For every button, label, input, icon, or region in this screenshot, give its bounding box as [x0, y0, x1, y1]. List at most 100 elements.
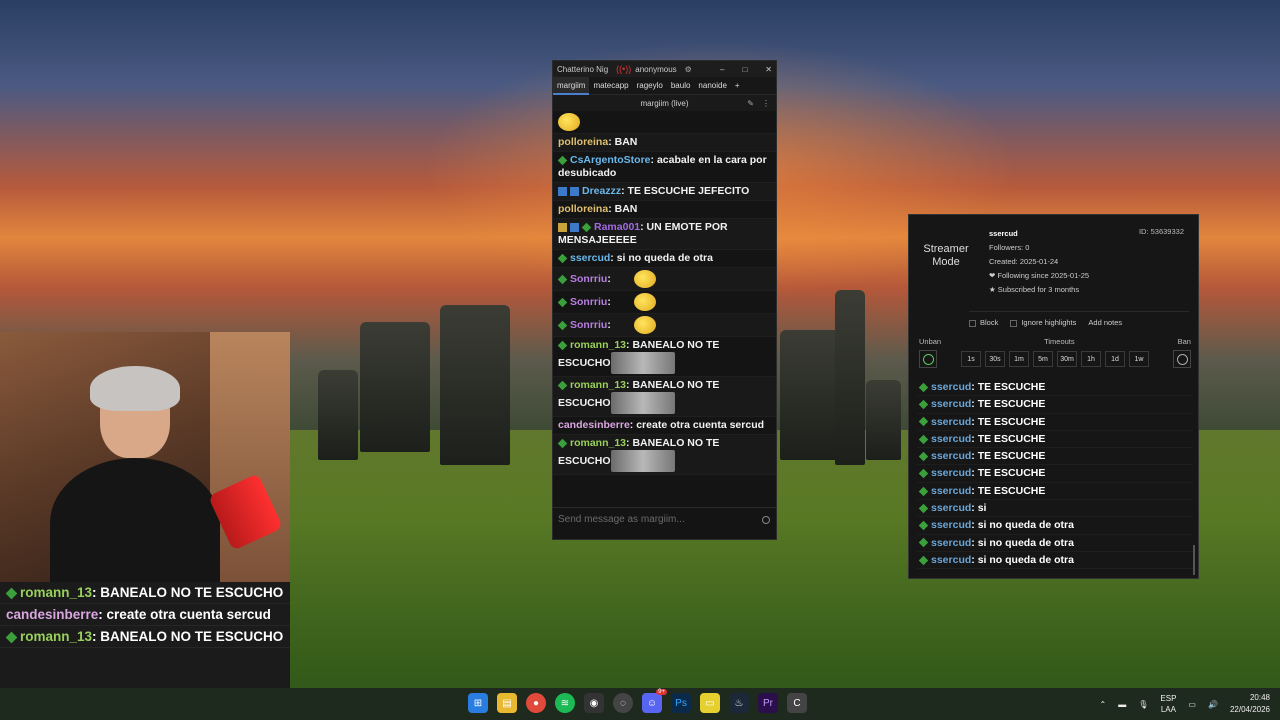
- timeout-button-1d[interactable]: 1d: [1105, 351, 1125, 367]
- clock[interactable]: 20:48 22/04/2026: [1230, 692, 1270, 716]
- history-username[interactable]: ssercud: [931, 450, 971, 462]
- badge-icon[interactable]: [918, 555, 929, 565]
- app-icon[interactable]: ◌: [613, 693, 633, 713]
- timeout-button-1w[interactable]: 1w: [1129, 351, 1149, 367]
- chat-username[interactable]: ssercud: [570, 252, 610, 264]
- windows-start-icon[interactable]: ⊞: [468, 693, 488, 713]
- microphone-icon[interactable]: 🎙: [1138, 700, 1148, 709]
- timeout-button-1s[interactable]: 1s: [961, 351, 981, 367]
- gear-icon[interactable]: ⚙: [685, 65, 692, 74]
- badge-icon[interactable]: [918, 468, 929, 479]
- spotify-icon[interactable]: ≋: [555, 693, 575, 713]
- account-name[interactable]: anonymous: [635, 65, 676, 74]
- history-username[interactable]: ssercud: [931, 519, 971, 531]
- history-username[interactable]: ssercud: [931, 416, 971, 428]
- photoshop-icon[interactable]: Ps: [671, 693, 691, 713]
- chat-username[interactable]: polloreina: [558, 136, 608, 148]
- tab-rageylo[interactable]: rageylo: [633, 77, 667, 95]
- chat-username[interactable]: polloreina: [558, 203, 608, 215]
- ignore-highlights-checkbox[interactable]: Ignore highlights: [1010, 318, 1076, 327]
- timeout-button-1h[interactable]: 1h: [1081, 351, 1101, 367]
- history-username[interactable]: ssercud: [931, 537, 971, 549]
- tab-margiim[interactable]: margiim: [553, 76, 590, 95]
- discord-icon[interactable]: ☺ 9+: [642, 689, 667, 713]
- badge-icon[interactable]: [557, 274, 568, 284]
- more-icon[interactable]: ⋮: [762, 99, 770, 108]
- badge-icon[interactable]: [558, 222, 567, 232]
- chat-message-list[interactable]: polloreina: BAN CsArgentoStore: acabale e…: [553, 111, 776, 507]
- timeout-button-5m[interactable]: 5m: [1033, 351, 1053, 367]
- badge-icon[interactable]: [570, 222, 579, 232]
- steam-icon[interactable]: ♨: [729, 693, 749, 713]
- badge-icon[interactable]: [558, 186, 567, 196]
- chrome-icon[interactable]: ●: [526, 693, 546, 713]
- tab-matecapp[interactable]: matecapp: [589, 77, 632, 95]
- ban-button[interactable]: [1173, 350, 1191, 368]
- history-username[interactable]: ssercud: [931, 502, 971, 514]
- history-username[interactable]: ssercud: [931, 433, 971, 445]
- timeout-button-1m[interactable]: 1m: [1009, 351, 1029, 367]
- chat-username[interactable]: candesinberre: [558, 419, 630, 431]
- chat-username[interactable]: CsArgentoStore: [570, 154, 651, 166]
- add-notes-button[interactable]: Add notes: [1088, 318, 1122, 327]
- user-message-history[interactable]: ssercud: TE ESCUCHE ssercud: TE ESCUCHE ss…: [917, 379, 1193, 570]
- chat-username[interactable]: Dreazzz: [582, 185, 621, 197]
- chevron-up-icon[interactable]: ⌃: [1100, 700, 1107, 709]
- username[interactable]: ssercud: [989, 227, 1089, 241]
- chat-username[interactable]: Rama001: [594, 221, 640, 233]
- network-icon[interactable]: ▭: [1188, 700, 1196, 709]
- badge-icon[interactable]: [557, 438, 568, 448]
- user-info: ssercud Followers: 0 Created: 2025-01-24…: [989, 227, 1089, 297]
- timeout-button-30s[interactable]: 30s: [985, 351, 1005, 367]
- history-username[interactable]: ssercud: [931, 381, 971, 393]
- chat-username[interactable]: romann_13: [570, 437, 626, 449]
- badge-icon[interactable]: [918, 486, 929, 496]
- badge-icon[interactable]: [918, 417, 929, 427]
- badge-icon[interactable]: [557, 340, 568, 350]
- block-checkbox[interactable]: Block: [969, 318, 998, 327]
- edit-icon[interactable]: ✎: [747, 99, 754, 108]
- timeout-button-30m[interactable]: 30m: [1057, 351, 1077, 367]
- volume-icon[interactable]: 🔊: [1208, 700, 1218, 709]
- badge-icon[interactable]: [581, 222, 592, 232]
- chatterino-icon[interactable]: C: [787, 693, 807, 713]
- history-username[interactable]: ssercud: [931, 467, 971, 479]
- maximize-icon[interactable]: □: [742, 65, 747, 74]
- badge-icon[interactable]: [918, 503, 929, 514]
- scrollbar[interactable]: [1193, 545, 1195, 575]
- close-icon[interactable]: ✕: [765, 65, 772, 74]
- add-tab-button[interactable]: +: [731, 77, 744, 95]
- history-username[interactable]: ssercud: [931, 485, 971, 497]
- badge-icon[interactable]: [557, 297, 568, 307]
- badge-icon[interactable]: [557, 320, 568, 330]
- minimize-icon[interactable]: –: [720, 65, 724, 74]
- badge-icon[interactable]: [557, 155, 568, 165]
- history-username[interactable]: ssercud: [931, 398, 971, 410]
- badge-icon[interactable]: [557, 380, 568, 390]
- sticky-notes-icon[interactable]: ▭: [700, 693, 720, 713]
- badge-icon[interactable]: [918, 434, 929, 444]
- badge-icon[interactable]: [557, 253, 568, 263]
- badge-icon[interactable]: [918, 382, 929, 392]
- flag-icon[interactable]: ▬: [1118, 700, 1126, 709]
- unban-button[interactable]: [919, 350, 937, 368]
- badge-icon[interactable]: [918, 451, 929, 462]
- file-explorer-icon[interactable]: ▤: [497, 693, 517, 713]
- history-username[interactable]: ssercud: [931, 554, 971, 566]
- obs-icon[interactable]: ◉: [584, 693, 604, 713]
- chat-username[interactable]: Sonrriu: [570, 273, 607, 285]
- badge-icon[interactable]: [918, 538, 929, 548]
- badge-icon[interactable]: [918, 520, 929, 531]
- tab-nanoide[interactable]: nanoide: [694, 77, 730, 95]
- badge-icon[interactable]: [570, 186, 579, 196]
- premiere-icon[interactable]: Pr: [758, 693, 778, 713]
- chat-username[interactable]: Sonrriu: [570, 319, 607, 331]
- badge-icon[interactable]: [918, 399, 929, 410]
- message-input[interactable]: Send message as margiim...: [553, 507, 776, 533]
- chat-username[interactable]: Sonrriu: [570, 296, 607, 308]
- tab-baulo[interactable]: baulo: [667, 77, 695, 95]
- chat-username[interactable]: romann_13: [570, 339, 626, 351]
- language-indicator[interactable]: ESP LAA: [1160, 693, 1176, 715]
- chat-username[interactable]: romann_13: [570, 379, 626, 391]
- emoji-icon[interactable]: [762, 516, 770, 524]
